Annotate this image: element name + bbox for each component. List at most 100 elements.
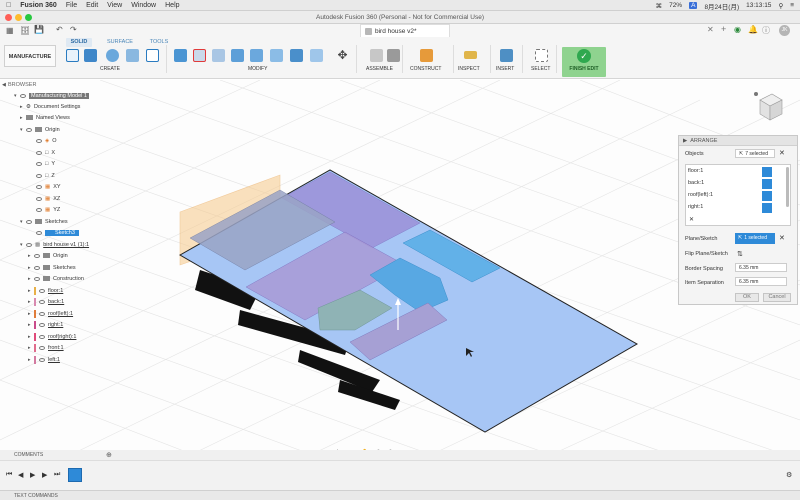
job-status-icon[interactable]: ◉ <box>734 25 741 34</box>
go-to-start-icon[interactable]: ⏮ <box>6 471 12 479</box>
ok-button[interactable]: OK <box>735 293 759 302</box>
visibility-icon[interactable] <box>36 196 42 201</box>
visibility-icon[interactable] <box>39 345 45 350</box>
chamfer-icon[interactable] <box>212 49 225 62</box>
revolve-icon[interactable] <box>106 49 119 62</box>
menu-help[interactable]: Help <box>165 2 179 9</box>
new-tab-icon[interactable]: + <box>721 24 726 34</box>
tree-item-origin[interactable]: ▾ Origin <box>20 125 60 136</box>
expand-icon[interactable]: ▾ <box>20 125 26 136</box>
input-icon[interactable]: A <box>689 2 698 9</box>
visibility-icon[interactable] <box>36 150 42 155</box>
control-center-icon[interactable]: ≡ <box>790 2 794 9</box>
list-item-right[interactable]: right:1 <box>688 204 758 214</box>
expand-icon[interactable]: ▾ <box>20 217 26 228</box>
menu-file[interactable]: File <box>66 2 77 9</box>
combine-icon[interactable] <box>290 49 303 62</box>
link-icon[interactable] <box>762 191 772 201</box>
shell-icon[interactable] <box>231 49 244 62</box>
visibility-icon[interactable] <box>26 242 32 247</box>
draft-icon[interactable] <box>250 49 263 62</box>
visibility-icon[interactable] <box>39 322 45 327</box>
tab-solid[interactable]: SOLID <box>66 38 92 47</box>
insert-image-icon[interactable] <box>500 49 513 62</box>
flip-plane-icon[interactable]: ⇅ <box>737 250 743 258</box>
tree-item-roof-right[interactable]: ▸ roof(right):1 <box>28 332 76 343</box>
expand-icon[interactable]: ▸ <box>28 251 34 262</box>
move-icon[interactable]: ✥ <box>336 49 349 62</box>
view-cube-icon[interactable] <box>752 90 786 124</box>
timeline-feature-icon[interactable] <box>68 468 82 482</box>
objects-selection-badge[interactable]: ⇱ 7 selected <box>735 149 775 158</box>
create-sketch-icon[interactable] <box>66 49 79 62</box>
visibility-icon[interactable] <box>26 219 32 224</box>
tree-item-document-settings[interactable]: ▸ ⚙ Document Settings <box>20 102 80 113</box>
measure-icon[interactable] <box>464 51 477 59</box>
list-scrollbar[interactable] <box>786 167 789 207</box>
modify-group-label[interactable]: MODIFY <box>248 66 267 72</box>
press-pull-icon[interactable] <box>174 49 187 62</box>
tree-item-construction[interactable]: ▸ Construction <box>28 274 84 285</box>
go-to-end-icon[interactable]: ⏭ <box>54 471 60 479</box>
visibility-icon[interactable] <box>36 161 42 166</box>
visibility-icon[interactable] <box>36 138 42 143</box>
create-group-label[interactable]: CREATE <box>100 66 120 72</box>
play-icon[interactable]: ▶ <box>30 471 35 479</box>
link-icon[interactable] <box>762 167 772 177</box>
tree-item-floor[interactable]: ▸ floor:1 <box>28 286 63 297</box>
remove-item-icon[interactable]: ✕ <box>689 216 694 223</box>
assemble-group-label[interactable]: ASSEMBLE <box>366 66 393 72</box>
clear-objects-icon[interactable]: ✕ <box>779 149 785 157</box>
list-item-floor[interactable]: floor:1 <box>688 168 758 178</box>
tree-item-sketches[interactable]: ▾ Sketches <box>20 217 68 228</box>
link-icon[interactable] <box>762 179 772 189</box>
tree-item-comp-sketches[interactable]: ▸ Sketches <box>28 263 76 274</box>
menu-app-name[interactable]: Fusion 360 <box>20 2 57 9</box>
undo-icon[interactable]: ↶ <box>56 25 63 34</box>
tree-item-component[interactable]: ▾ ▩ bird house v1 (1):1 <box>20 240 89 251</box>
clear-plane-icon[interactable]: ✕ <box>779 234 785 242</box>
document-tab[interactable]: bird house v2* <box>360 24 450 37</box>
visibility-icon[interactable] <box>36 207 42 212</box>
tree-item-axis-y[interactable]: □ Y <box>36 159 55 170</box>
visibility-icon[interactable] <box>39 334 45 339</box>
visibility-icon[interactable] <box>34 276 40 281</box>
file-menu-icon[interactable]: 🗄 <box>20 26 30 35</box>
view-cube[interactable] <box>752 90 786 124</box>
menu-window[interactable]: Window <box>131 2 156 9</box>
visibility-icon[interactable] <box>34 265 40 270</box>
browser-header[interactable]: ◀ BROWSER <box>2 80 112 91</box>
extrude-icon[interactable] <box>84 49 97 62</box>
menu-view[interactable]: View <box>107 2 122 9</box>
redo-icon[interactable]: ↷ <box>70 25 77 34</box>
visibility-icon[interactable] <box>39 357 45 362</box>
replace-face-icon[interactable] <box>310 49 323 62</box>
visibility-icon[interactable] <box>36 184 42 189</box>
close-tab-icon[interactable]: ✕ <box>707 25 714 34</box>
tree-item-front[interactable]: ▸ front:1 <box>28 343 64 354</box>
tree-item-plane-xz[interactable]: ▦ XZ <box>36 194 60 205</box>
tree-item-back[interactable]: ▸ back:1 <box>28 297 64 308</box>
tab-surface[interactable]: SURFACE <box>104 38 136 47</box>
item-separation-input[interactable]: 6.35 mm <box>735 277 787 286</box>
list-item-back[interactable]: back:1 <box>688 180 758 190</box>
step-forward-icon[interactable]: ▶ <box>42 471 47 479</box>
finish-edit-button[interactable]: ✓ FINISH EDIT <box>562 47 606 77</box>
link-icon[interactable] <box>762 203 772 213</box>
tree-item-axis-z[interactable]: □ Z <box>36 171 55 182</box>
scale-icon[interactable] <box>270 49 283 62</box>
visibility-icon[interactable] <box>36 230 42 235</box>
offset-plane-icon[interactable] <box>420 49 433 62</box>
visibility-icon[interactable] <box>26 127 32 132</box>
arrange-header[interactable]: ▶ ARRANGE <box>679 136 797 146</box>
visibility-icon[interactable] <box>20 93 26 98</box>
tree-item-comp-origin[interactable]: ▸ Origin <box>28 251 68 262</box>
select-group-label[interactable]: SELECT <box>531 66 550 72</box>
new-component-icon[interactable] <box>370 49 383 62</box>
add-comment-icon[interactable]: ⊕ <box>106 451 112 459</box>
wifi-icon[interactable]: ⌘ <box>656 2 663 10</box>
workspace-switcher[interactable]: MANUFACTURE <box>4 45 56 67</box>
tree-item-origin-point[interactable]: ◈ O <box>36 136 57 147</box>
apple-icon[interactable]:  <box>6 2 11 9</box>
tree-item-left[interactable]: ▸ left:1 <box>28 355 60 366</box>
